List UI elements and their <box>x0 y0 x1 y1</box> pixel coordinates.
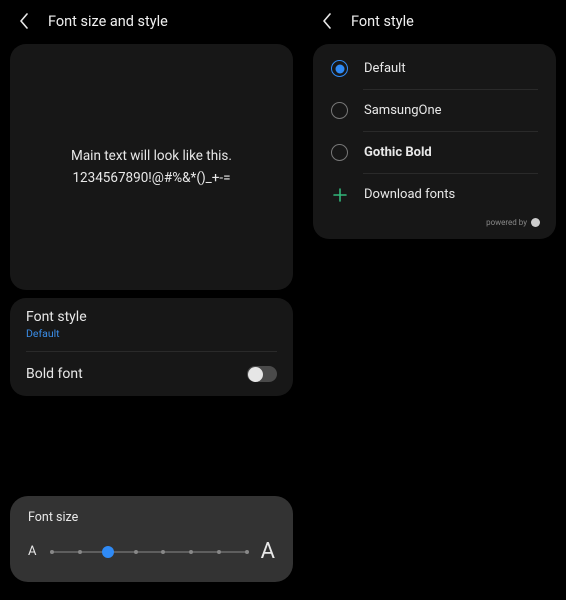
font-style-label: Font style <box>26 309 277 325</box>
download-fonts-row[interactable]: Download fonts <box>313 174 556 215</box>
header-left: Font size and style <box>0 0 303 44</box>
bold-font-toggle[interactable] <box>247 366 277 382</box>
page-title-right: Font style <box>351 13 414 30</box>
font-option-samsungone[interactable]: SamsungOne <box>313 90 556 131</box>
font-option-label: Default <box>364 61 406 76</box>
bold-font-row[interactable]: Bold font <box>10 352 293 396</box>
slider-tick <box>134 550 138 554</box>
slider-tick <box>189 550 193 554</box>
slider-row: A A <box>28 539 275 564</box>
download-fonts-label: Download fonts <box>364 187 455 202</box>
font-option-gothicbold[interactable]: Gothic Bold <box>313 132 556 173</box>
large-a-indicator: A <box>257 539 275 564</box>
font-option-label: Gothic Bold <box>364 145 432 160</box>
slider-tick <box>78 550 82 554</box>
slider-thumb[interactable] <box>102 546 114 558</box>
preview-text-line2: 1234567890!@#%&*()_+-= <box>72 168 230 188</box>
plus-icon <box>331 186 348 203</box>
powered-by: powered by <box>313 215 556 235</box>
font-style-value: Default <box>26 327 277 340</box>
radio-icon <box>331 60 348 77</box>
font-option-label: SamsungOne <box>364 103 442 118</box>
style-card: Font style Default Bold font <box>10 298 293 396</box>
radio-icon <box>331 144 348 161</box>
preview-text-line1: Main text will look like this. <box>71 146 232 166</box>
back-icon[interactable] <box>14 11 34 31</box>
back-icon[interactable] <box>317 11 337 31</box>
page-title-left: Font size and style <box>48 13 168 30</box>
font-option-default[interactable]: Default <box>313 48 556 89</box>
powered-by-logo <box>531 218 540 227</box>
preview-card: Main text will look like this. 123456789… <box>10 44 293 290</box>
slider-tick <box>217 550 221 554</box>
small-a-indicator: A <box>28 544 42 559</box>
font-options-list: Default SamsungOne Gothic Bold Download … <box>313 44 556 239</box>
font-size-slider[interactable] <box>52 542 247 562</box>
toggle-knob <box>248 367 263 382</box>
bold-font-label: Bold font <box>26 366 83 382</box>
left-pane: Font size and style Main text will look … <box>0 0 303 600</box>
slider-tick <box>245 550 249 554</box>
header-right: Font style <box>303 0 566 44</box>
slider-tick <box>50 550 54 554</box>
font-style-row[interactable]: Font style Default <box>10 298 293 351</box>
powered-by-text: powered by <box>486 218 527 227</box>
radio-icon <box>331 102 348 119</box>
right-pane: Font style Default SamsungOne Gothic Bol… <box>303 0 566 600</box>
font-size-card: Font size A A <box>10 496 293 582</box>
font-size-label: Font size <box>28 510 275 525</box>
slider-tick <box>161 550 165 554</box>
